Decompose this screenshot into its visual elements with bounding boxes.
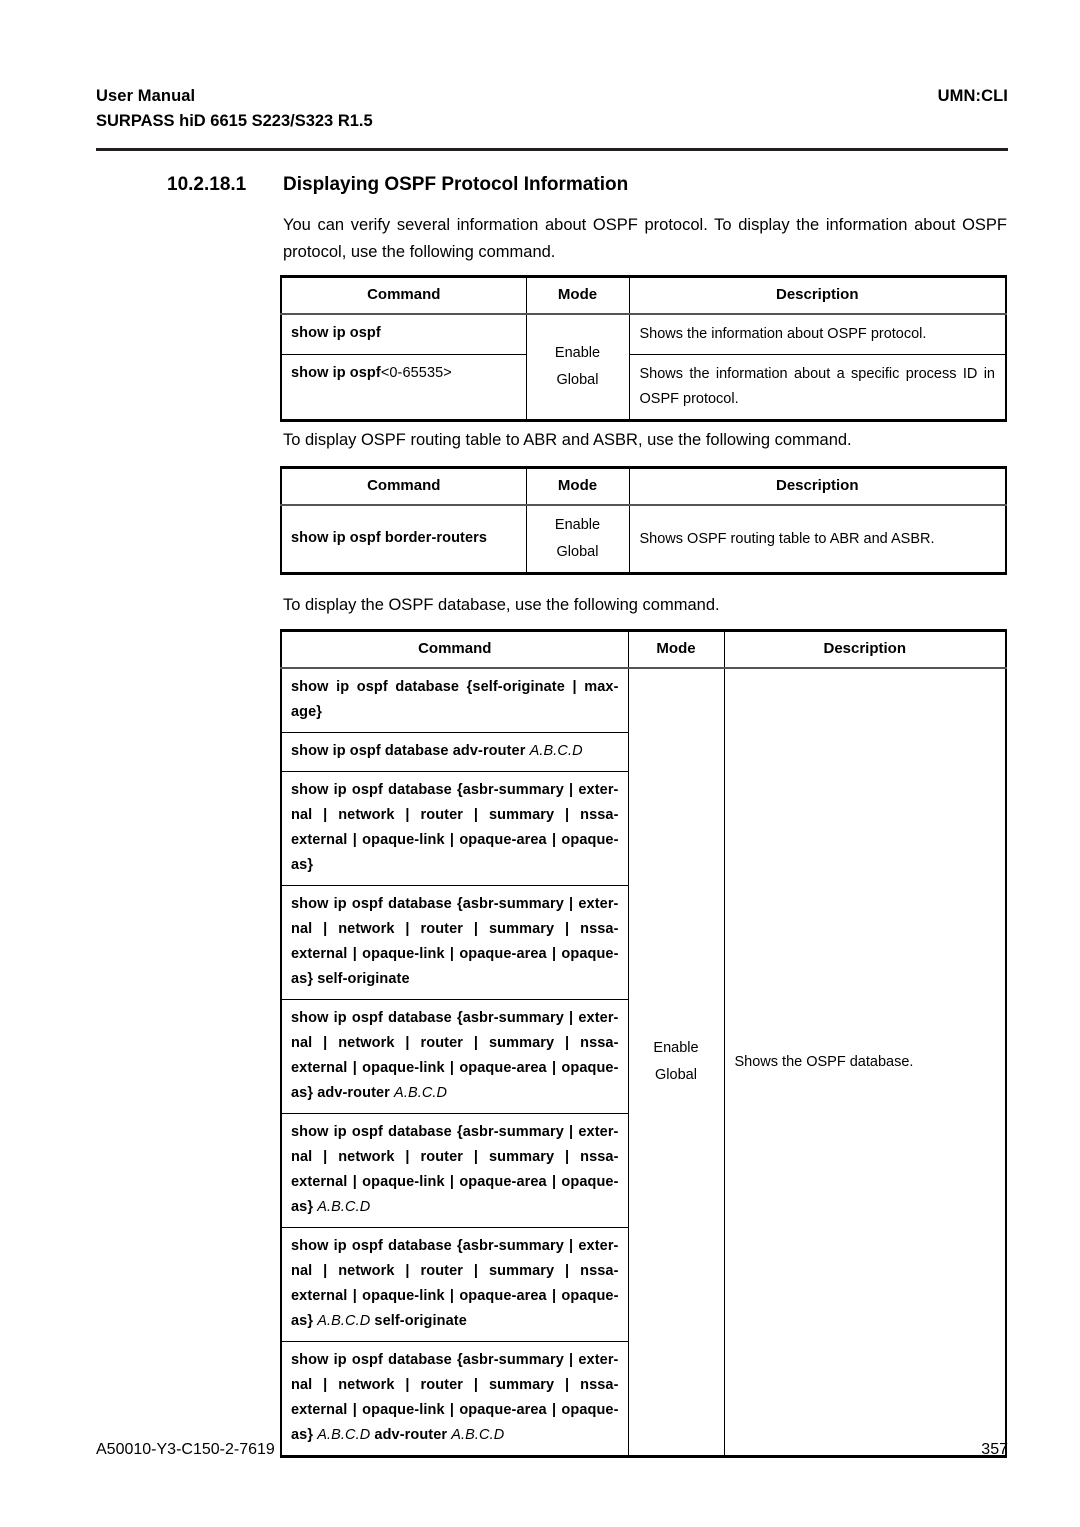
command-cell: show ip ospf database {asbr-summary | ex…	[280, 999, 629, 1114]
column-header-mode: Mode	[525, 467, 630, 506]
table-header-row: Command Mode Description	[280, 630, 1007, 669]
command-text: show ip ospf	[291, 365, 381, 381]
command-text: show ip ospf database adv-router	[291, 743, 530, 759]
column-header-command: Command	[280, 276, 527, 315]
mode-global: Global	[556, 372, 599, 388]
mode-cell: Enable Global	[525, 313, 630, 421]
mode-cell: Enable Global	[525, 504, 630, 574]
command-cell: show ip ospf database {asbr-summary | ex…	[280, 1113, 629, 1228]
ospf-border-routers-command-table: Command Mode Description show ip ospf bo…	[280, 466, 1007, 575]
command-cell: show ip ospf database {self-originate | …	[280, 667, 629, 733]
column-header-description: Description	[723, 630, 1007, 669]
command-cell: show ip ospf	[280, 313, 527, 355]
command-cell: show ip ospf database {asbr-summary | ex…	[280, 885, 629, 1000]
header-product-name: SURPASS hiD 6615 S223/S323 R1.5	[96, 112, 373, 130]
command-cell: show ip ospf database {asbr-summary | ex…	[280, 771, 629, 886]
header-manual-code: UMN:CLI	[937, 87, 1008, 105]
intro-paragraph: You can verify several information about…	[283, 216, 1007, 261]
table-row: show ip ospf Enable Global Shows the inf…	[280, 313, 1007, 421]
mode-global: Global	[556, 544, 599, 560]
section-number: 10.2.18.1	[167, 174, 247, 195]
document-page: User Manual UMN:CLI SURPASS hiD 6615 S22…	[0, 0, 1080, 1527]
page-header: User Manual UMN:CLI SURPASS hiD 6615 S22…	[96, 84, 1008, 134]
column-header-mode: Mode	[525, 276, 630, 315]
table-header-row: Command Mode Description	[280, 276, 1007, 315]
description-cell: Shows the OSPF database.	[723, 667, 1007, 1457]
mode-enable: Enable	[554, 345, 601, 361]
mode-cell: Enable Global	[627, 667, 725, 1457]
command-cell: show ip ospf border-routers	[280, 504, 527, 574]
command-text: show ip ospf border-routers	[291, 530, 488, 546]
column-header-mode: Mode	[627, 630, 725, 669]
footer-page-number: 357	[981, 1441, 1008, 1458]
command-text-2: self-originate	[370, 1313, 467, 1329]
command-cell: show ip ospf<0-65535>	[280, 354, 527, 421]
mode-enable: Enable	[653, 1040, 699, 1056]
description-cell: Shows OSPF routing table to ABR and ASBR…	[628, 504, 1007, 574]
mode-enable: Enable	[554, 517, 601, 533]
page-footer: A50010-Y3-C150-2-7619 357	[96, 1438, 1008, 1462]
description-cell: Shows the information about OSPF protoco…	[628, 313, 1007, 355]
ospf-database-command-table: Command Mode Description show ip ospf da…	[280, 629, 1007, 1458]
header-doc-type: User Manual	[96, 87, 196, 105]
command-param-italic: A.B.C.D	[317, 1313, 371, 1329]
description-cell: Shows the information about a specific p…	[628, 354, 1007, 421]
mode-global: Global	[655, 1067, 697, 1083]
command-text: show ip ospf database {asbr-summary | ex…	[291, 782, 619, 873]
command-text: show ip ospf database {asbr-summary | ex…	[291, 1010, 619, 1101]
column-header-description: Description	[628, 276, 1007, 315]
command-param-italic: A.B.C.D	[394, 1085, 448, 1101]
border-routers-paragraph: To display OSPF routing table to ABR and…	[283, 431, 852, 449]
page-title: Displaying OSPF Protocol Information	[283, 174, 629, 195]
command-parameter: <0-65535>	[380, 365, 452, 381]
database-paragraph: To display the OSPF database, use the fo…	[283, 596, 720, 614]
table-row: show ip ospf border-routers Enable Globa…	[280, 504, 1007, 574]
table-header-row: Command Mode Description	[280, 467, 1007, 506]
footer-document-id: A50010-Y3-C150-2-7619	[96, 1441, 275, 1458]
command-cell: show ip ospf database {asbr-summary | ex…	[280, 1227, 629, 1342]
command-cell: show ip ospf database adv-router A.B.C.D	[280, 732, 629, 772]
header-divider-rule	[96, 148, 1008, 151]
table-row: show ip ospf<0-65535> Shows the informat…	[280, 354, 1007, 421]
command-text: show ip ospf database {self-originate | …	[291, 679, 619, 720]
command-text: show ip ospf	[291, 325, 381, 341]
table-row: show ip ospf database {self-originate | …	[280, 667, 1007, 1457]
command-text: show ip ospf database {asbr-summary | ex…	[291, 896, 619, 987]
section-heading: 10.2.18.1 Displaying OSPF Protocol Infor…	[167, 172, 987, 198]
column-header-command: Command	[280, 467, 527, 506]
header-top-row: User Manual UMN:CLI	[96, 84, 1008, 109]
command-param-italic: A.B.C.D	[529, 743, 583, 759]
column-header-description: Description	[628, 467, 1007, 506]
ospf-protocol-command-table: Command Mode Description show ip ospf En…	[280, 275, 1007, 422]
command-param-italic: A.B.C.D	[317, 1199, 371, 1215]
column-header-command: Command	[280, 630, 629, 669]
